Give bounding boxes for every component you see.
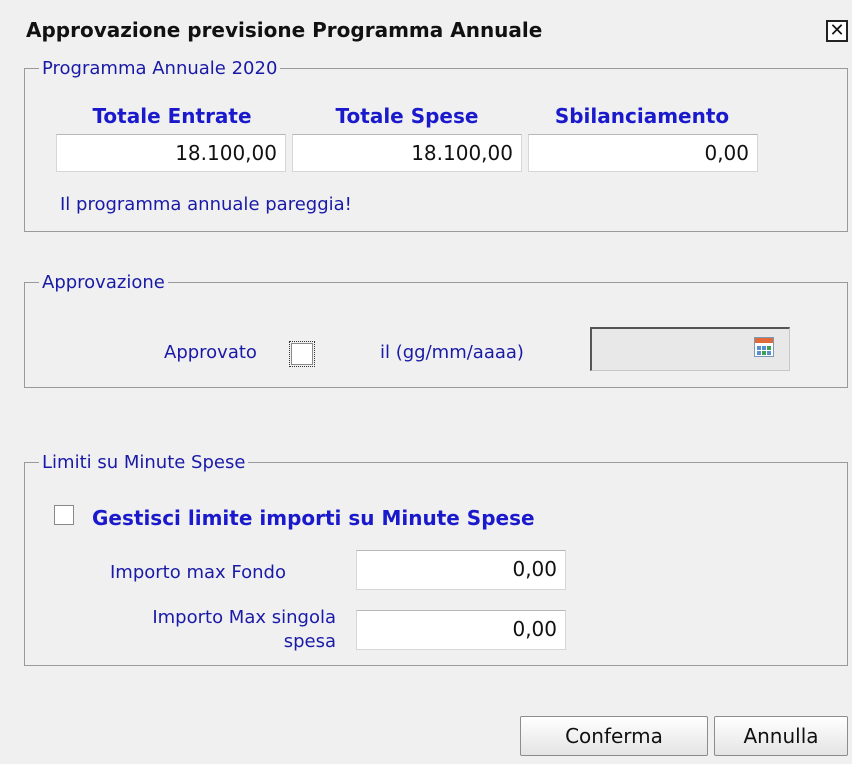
dialog-title: Approvazione previsione Programma Annual…	[26, 18, 543, 42]
minute-spese-legend: Limiti su Minute Spese	[42, 452, 246, 473]
totale-spese-field[interactable]: 18.100,00	[292, 134, 522, 172]
approvazione-legend: Approvazione	[42, 272, 165, 293]
sbilanciamento-field[interactable]: 0,00	[528, 134, 758, 172]
header-sbilanciamento: Sbilanciamento	[554, 104, 730, 128]
dialog-titlebar: Approvazione previsione Programma Annual…	[0, 0, 852, 56]
pareggio-message: Il programma annuale pareggia!	[60, 194, 352, 215]
importo-max-fondo-field[interactable]: 0,00	[356, 550, 566, 590]
header-totale-entrate: Totale Entrate	[92, 104, 252, 128]
approvato-checkbox[interactable]	[289, 341, 315, 367]
gestisci-limite-label: Gestisci limite importi su Minute Spese	[92, 506, 535, 530]
importo-singola-label-line2: spesa	[283, 631, 336, 652]
importo-singola-label-line1: Importo Max singola	[152, 607, 336, 628]
totale-entrate-field[interactable]: 18.100,00	[56, 134, 286, 172]
annulla-button[interactable]: Annulla	[714, 716, 848, 756]
programma-annuale-legend: Programma Annuale 2020	[42, 58, 278, 79]
gestisci-limite-checkbox[interactable]	[54, 505, 74, 525]
close-icon[interactable]: ✕	[826, 20, 848, 42]
header-totale-spese: Totale Spese	[335, 104, 479, 128]
importo-singola-field[interactable]: 0,00	[356, 610, 566, 650]
conferma-button[interactable]: Conferma	[520, 716, 708, 756]
date-label: il (gg/mm/aaaa)	[380, 342, 524, 363]
calendar-icon[interactable]	[754, 337, 774, 357]
importo-max-fondo-label: Importo max Fondo	[110, 562, 286, 583]
approvato-label: Approvato	[164, 342, 257, 363]
importo-singola-label: Importo Max singola spesa	[60, 606, 336, 654]
